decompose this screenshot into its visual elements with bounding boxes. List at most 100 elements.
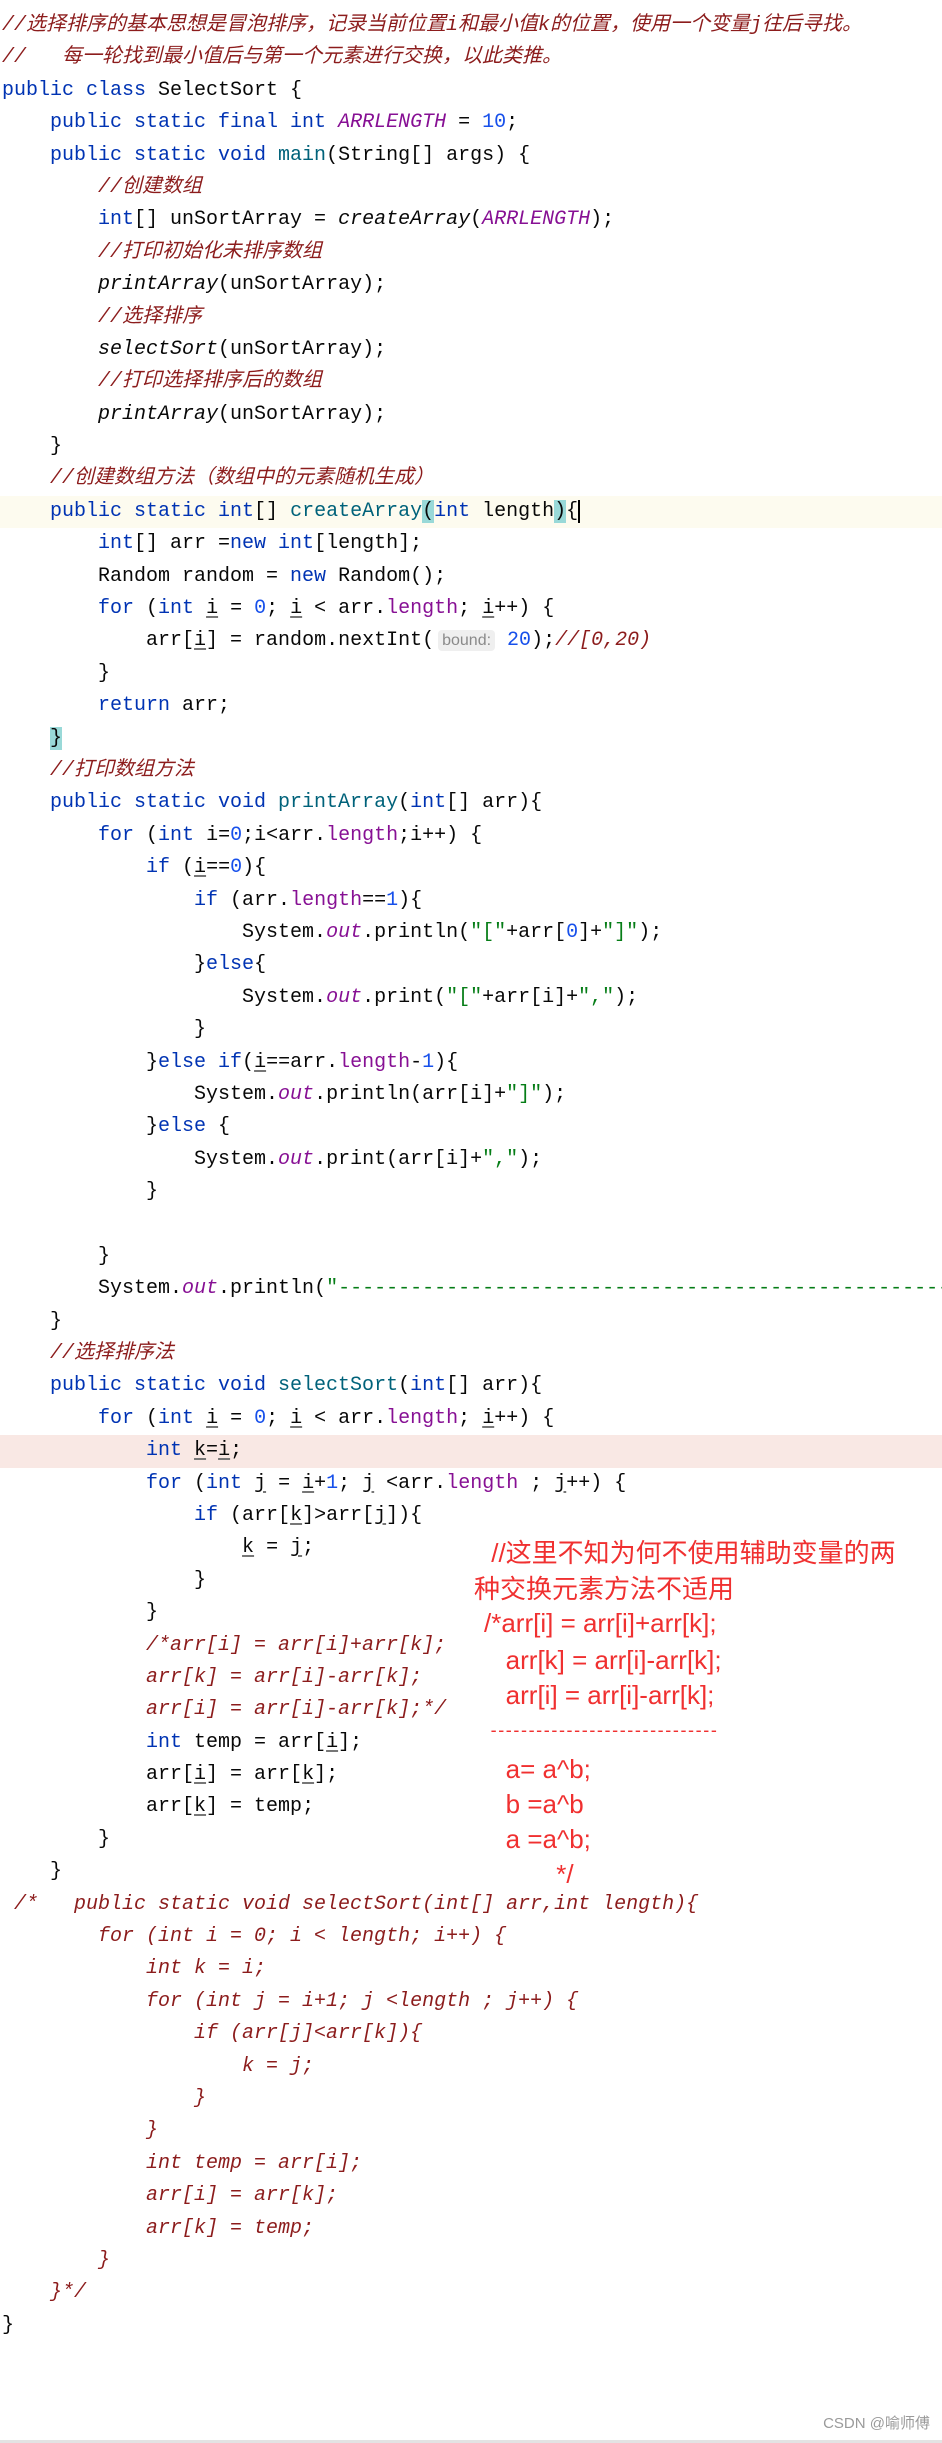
code-token: length — [386, 597, 459, 621]
code-line[interactable]: } — [0, 1824, 942, 1856]
code-line[interactable]: arr[i] = arr[k]; — [0, 1759, 942, 1791]
code-token: 1 — [422, 1050, 435, 1074]
code-line[interactable]: } — [0, 1306, 942, 1338]
code-token: length — [470, 499, 555, 523]
code-line[interactable]: public static void printArray(int[] arr)… — [0, 787, 942, 819]
code-token: /*arr[i] = arr[i]+arr[k]; — [2, 1633, 447, 1657]
code-line[interactable]: if (i==0){ — [0, 852, 942, 884]
code-line[interactable]: } — [0, 1014, 942, 1046]
code-line[interactable]: System.out.print("["+arr[i]+","); — [0, 982, 942, 1014]
code-line[interactable]: for (int i = 0; i < arr.length; i++) { — [0, 593, 942, 625]
code-line[interactable]: }*/ — [0, 2277, 942, 2309]
code-line[interactable]: int[] arr =new int[length]; — [0, 528, 942, 560]
code-line[interactable]: System.out.println("["+arr[0]+"]"); — [0, 917, 942, 949]
code-editor[interactable]: //选择排序的基本思想是冒泡排序，记录当前位置i和最小值k的位置，使用一个变量j… — [0, 10, 942, 2342]
code-token: return — [2, 694, 171, 718]
code-line[interactable]: }else { — [0, 1111, 942, 1143]
code-token: ); — [518, 1147, 543, 1171]
code-line[interactable]: if (arr[j]<arr[k]){ — [0, 2018, 942, 2050]
code-line[interactable]: public static int[] createArray(int leng… — [0, 495, 942, 529]
code-line[interactable]: for (int i = 0; i < arr.length; i++) { — [0, 1403, 942, 1435]
code-token: 1 — [386, 888, 399, 912]
code-token: ; — [230, 1439, 243, 1463]
code-token: j — [554, 1471, 567, 1495]
code-token: } — [2, 1601, 159, 1625]
code-token: 1 — [326, 1471, 339, 1495]
code-line[interactable]: arr[k] = temp; — [0, 2213, 942, 2245]
code-token: int temp = arr[i]; — [2, 2151, 363, 2175]
code-line[interactable]: arr[i] = arr[k]; — [0, 2180, 942, 2212]
code-token: = — [206, 1439, 219, 1463]
code-token: System. — [2, 985, 327, 1009]
code-line[interactable]: if (arr.length==1){ — [0, 885, 942, 917]
code-line[interactable]: } — [0, 1597, 942, 1629]
code-line[interactable]: for (int j = i+1; j <length ; j++) { — [0, 1986, 942, 2018]
code-line[interactable]: printArray(unSortArray); — [0, 399, 942, 431]
code-line[interactable]: } — [0, 431, 942, 463]
code-line[interactable]: } — [0, 723, 942, 755]
code-line[interactable]: if (arr[k]>arr[j]){ — [0, 1500, 942, 1532]
code-line[interactable]: public static final int ARRLENGTH = 10; — [0, 107, 942, 139]
code-line[interactable]: for (int i=0;i<arr.length;i++) { — [0, 820, 942, 852]
code-line[interactable]: } — [0, 2083, 942, 2115]
code-line[interactable]: int k=i; — [0, 1435, 942, 1468]
code-line[interactable]: printArray(unSortArray); — [0, 269, 942, 301]
code-token: "[" — [470, 920, 507, 944]
code-line[interactable]: } — [0, 2115, 942, 2147]
code-line[interactable]: public class SelectSort { — [0, 75, 942, 107]
code-line[interactable]: for (int j = i+1; j <arr.length ; j++) { — [0, 1468, 942, 1500]
code-line[interactable]: } — [0, 658, 942, 690]
code-token: k — [290, 1503, 303, 1527]
code-line[interactable]: } — [0, 1856, 942, 1888]
code-line[interactable]: arr[k] = arr[i]-arr[k]; — [0, 1662, 942, 1694]
code-line[interactable]: }else if(i==arr.length-1){ — [0, 1047, 942, 1079]
code-line[interactable]: Random random = new Random(); — [0, 561, 942, 593]
code-token: //打印选择排序后的数组 — [2, 370, 323, 394]
code-line[interactable]: //选择排序法 — [0, 1338, 942, 1370]
code-token: } — [2, 2248, 111, 2272]
code-token: "]" — [506, 1082, 543, 1106]
code-line[interactable]: System.out.println("--------------------… — [0, 1273, 942, 1305]
code-line[interactable]: public static void selectSort(int[] arr)… — [0, 1370, 942, 1402]
code-line[interactable]: arr[i] = random.nextInt(bound: 20);//[0,… — [0, 625, 942, 657]
code-line[interactable]: // 每一轮找到最小值后与第一个元素进行交换，以此类推。 — [0, 42, 942, 74]
code-line[interactable]: int[] unSortArray = createArray(ARRLENGT… — [0, 204, 942, 236]
code-token: int — [410, 1374, 447, 1398]
code-token: ( — [422, 499, 435, 523]
code-line[interactable]: /* public static void selectSort(int[] a… — [0, 1889, 942, 1921]
code-line[interactable]: } — [0, 2310, 942, 2342]
code-token: } — [2, 2313, 15, 2337]
code-line[interactable]: arr[i] = arr[i]-arr[k];*/ — [0, 1694, 942, 1726]
code-token: { — [566, 499, 581, 523]
code-line[interactable]: arr[k] = temp; — [0, 1791, 942, 1823]
code-token: //选择排序 — [2, 305, 203, 329]
code-line[interactable]: //打印初始化未排序数组 — [0, 237, 942, 269]
code-line[interactable]: /*arr[i] = arr[i]+arr[k]; — [0, 1630, 942, 1662]
code-line[interactable]: int temp = arr[i]; — [0, 2148, 942, 2180]
code-line[interactable]: int temp = arr[i]; — [0, 1727, 942, 1759]
code-line[interactable]: System.out.println(arr[i]+"]"); — [0, 1079, 942, 1111]
annotation-line: arr[i] = arr[i]-arr[k]; — [484, 1680, 715, 1710]
code-line[interactable]: return arr; — [0, 690, 942, 722]
code-token: if — [2, 1503, 231, 1527]
code-line[interactable]: System.out.print(arr[i]+","); — [0, 1144, 942, 1176]
code-line[interactable] — [0, 1208, 942, 1240]
code-line[interactable]: int k = i; — [0, 1953, 942, 1985]
code-line[interactable]: } — [0, 1241, 942, 1273]
code-line[interactable]: for (int i = 0; i < length; i++) { — [0, 1921, 942, 1953]
code-line[interactable]: } — [0, 2245, 942, 2277]
code-line[interactable]: //选择排序的基本思想是冒泡排序，记录当前位置i和最小值k的位置，使用一个变量j… — [0, 10, 942, 42]
code-line[interactable]: } — [0, 1176, 942, 1208]
code-token: ( — [470, 208, 483, 232]
code-line[interactable]: }else{ — [0, 949, 942, 981]
code-line[interactable]: k = j; — [0, 2051, 942, 2083]
code-line[interactable]: //创建数组方法（数组中的元素随机生成） — [0, 463, 942, 495]
code-line[interactable]: //创建数组 — [0, 172, 942, 204]
code-line[interactable]: selectSort(unSortArray); — [0, 334, 942, 366]
code-line[interactable]: public static void main(String[] args) { — [0, 140, 942, 172]
code-line[interactable]: //打印选择排序后的数组 — [0, 366, 942, 398]
code-line[interactable]: //打印数组方法 — [0, 755, 942, 787]
code-token: ] = temp; — [206, 1795, 315, 1819]
code-line[interactable]: //选择排序 — [0, 302, 942, 334]
